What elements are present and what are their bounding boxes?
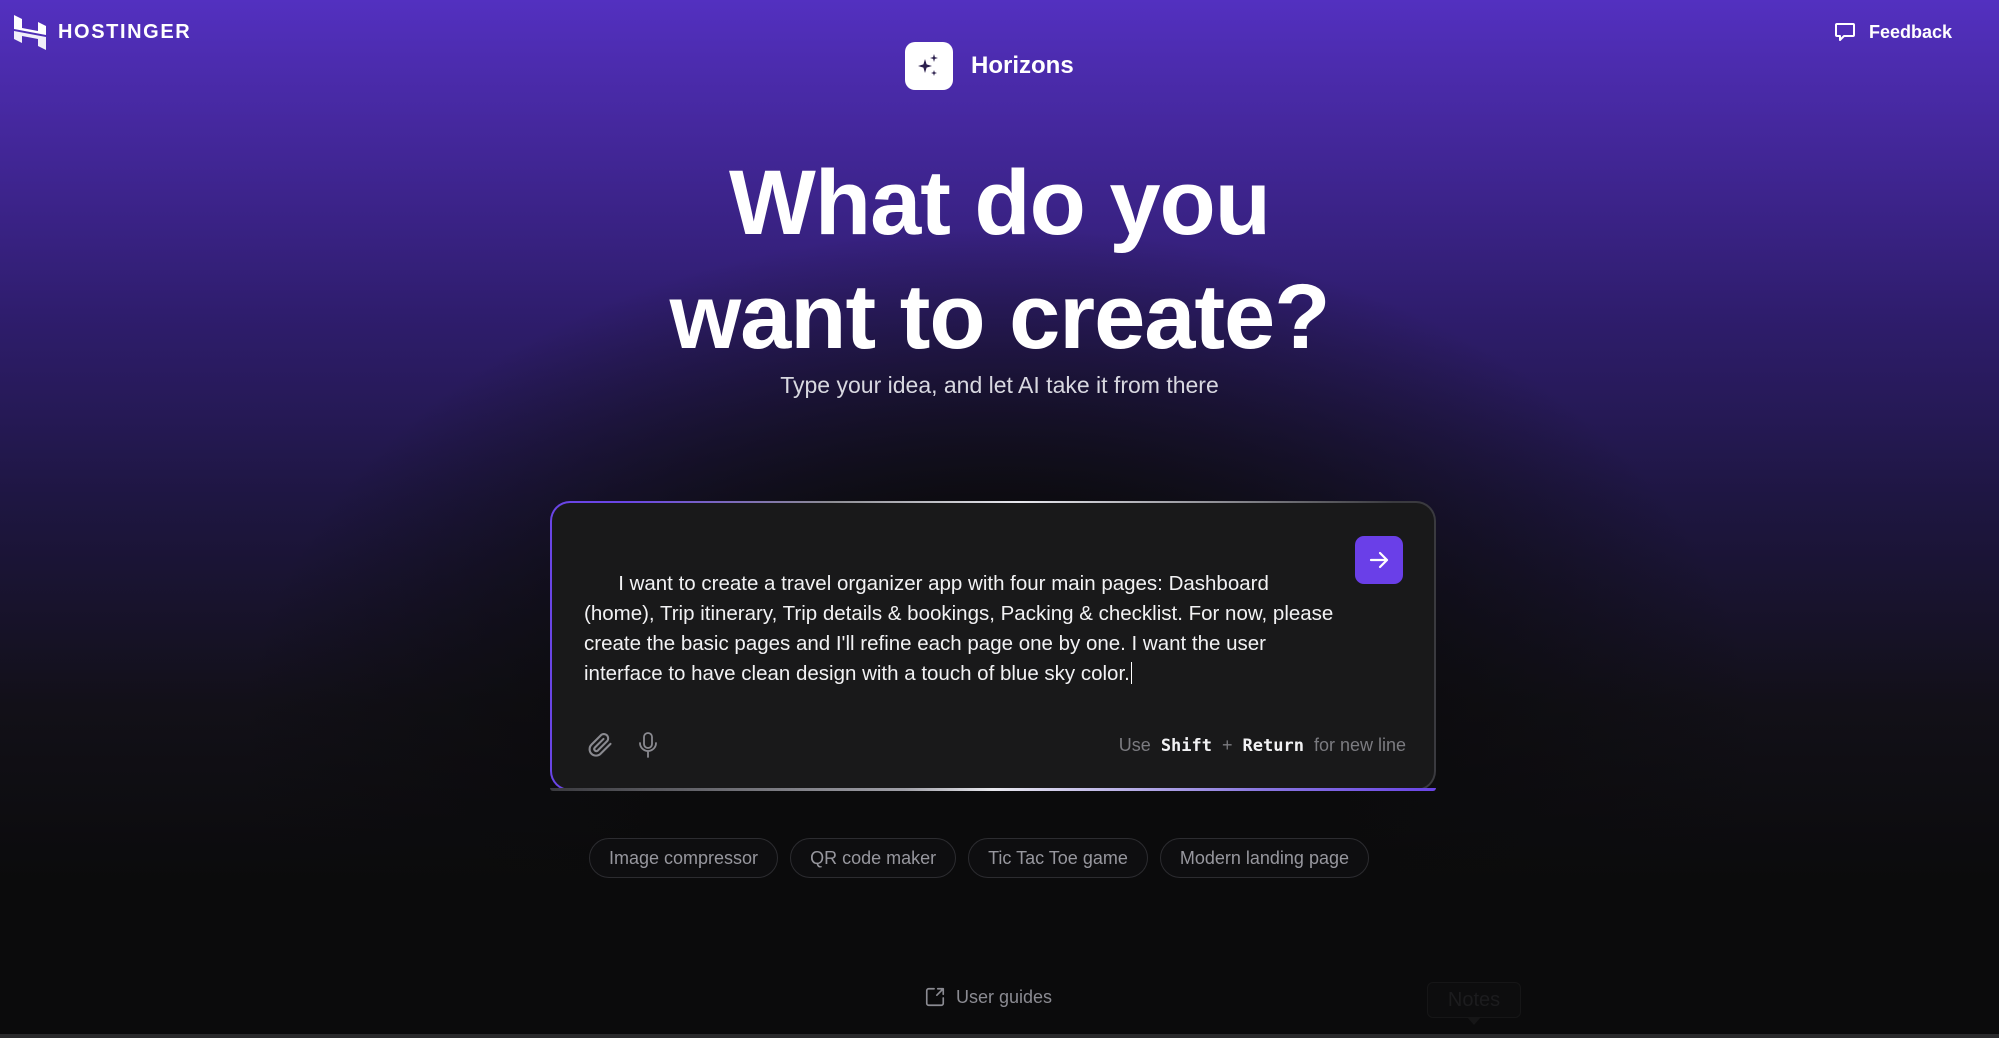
prompt-input[interactable]: I want to create a travel organizer app … <box>584 539 1344 719</box>
page-title: What do you want to create? <box>0 146 1999 374</box>
notes-tooltip: Notes <box>1427 982 1521 1025</box>
feedback-button[interactable]: Feedback <box>1833 20 1952 44</box>
suggestion-chips: Image compressor QR code maker Tic Tac T… <box>589 838 1369 878</box>
user-guides-link[interactable]: User guides <box>924 986 1052 1008</box>
title-line-1: What do you <box>729 152 1271 254</box>
brand-name: HOSTINGER <box>58 21 192 43</box>
suggestion-chip[interactable]: Tic Tac Toe game <box>968 838 1148 878</box>
product-header: Horizons <box>905 42 1074 90</box>
sparkles-icon <box>905 42 953 90</box>
send-button[interactable] <box>1355 536 1403 584</box>
hint-prefix: Use <box>1118 735 1151 755</box>
text-caret <box>1130 662 1133 684</box>
bottom-edge <box>0 1034 1999 1038</box>
hostinger-logo-icon <box>14 15 46 50</box>
product-name: Horizons <box>971 52 1074 79</box>
hint-key-return: Return <box>1242 735 1304 756</box>
external-link-icon <box>925 987 945 1007</box>
feedback-label: Feedback <box>1868 21 1952 42</box>
hint-key-shift: Shift <box>1160 735 1212 756</box>
hint-plus: + <box>1222 735 1233 755</box>
user-guides-label: User guides <box>956 986 1053 1007</box>
hint-suffix: for new line <box>1313 735 1406 755</box>
page-subtitle: Type your idea, and let AI take it from … <box>780 372 1219 398</box>
newline-hint: Use Shift + Return for new line <box>1119 735 1406 756</box>
arrow-right-icon <box>1369 551 1389 569</box>
chat-bubble-icon <box>1834 23 1855 41</box>
hostinger-brand[interactable]: HOSTINGER <box>14 15 191 50</box>
prompt-card: I want to create a travel organizer app … <box>550 501 1436 791</box>
prompt-value: I want to create a travel organizer app … <box>584 572 1340 685</box>
title-line-2: want to create? <box>669 266 1331 368</box>
suggestion-chip[interactable]: Modern landing page <box>1159 838 1369 878</box>
paperclip-icon[interactable] <box>586 731 614 759</box>
suggestion-chip[interactable]: QR code maker <box>790 838 957 878</box>
microphone-icon[interactable] <box>638 731 658 759</box>
suggestion-chip[interactable]: Image compressor <box>589 838 779 878</box>
